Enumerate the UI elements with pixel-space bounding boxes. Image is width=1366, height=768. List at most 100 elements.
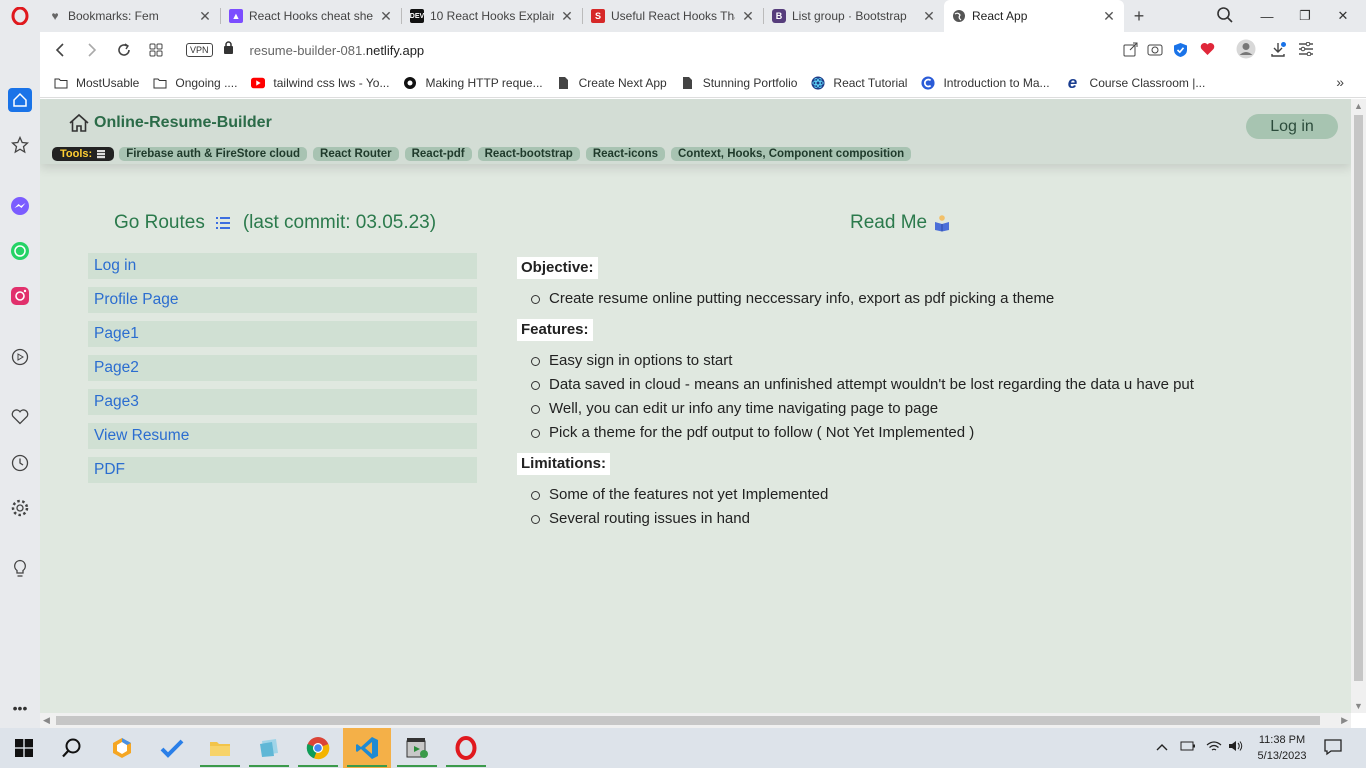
heart-icon: ♥ xyxy=(51,9,59,23)
bookmark-folder-mostusable[interactable]: MostUsable xyxy=(54,76,139,90)
book-reader-icon xyxy=(935,215,950,232)
vscode-icon[interactable] xyxy=(343,728,391,768)
bookmark-introduction[interactable]: Introduction to Ma... xyxy=(921,76,1050,90)
tab-useful-react-hooks[interactable]: S Useful React Hooks That ✕ xyxy=(583,0,763,32)
vertical-scroll-thumb[interactable] xyxy=(1354,115,1363,681)
horizontal-scrollbar[interactable]: ◀ ▶ xyxy=(40,713,1351,728)
scroll-down-arrow-icon[interactable]: ▼ xyxy=(1354,701,1363,711)
close-icon[interactable]: ✕ xyxy=(198,8,212,25)
tool-chip-context-hooks: Context, Hooks, Component composition xyxy=(671,147,912,161)
tools-bar: Tools: Firebase auth & FireStore cloud R… xyxy=(52,147,917,161)
close-icon[interactable]: ✕ xyxy=(379,8,393,25)
horizontal-scroll-thumb[interactable] xyxy=(56,716,1320,725)
bookmark-stunning-portfolio[interactable]: Stunning Portfolio xyxy=(681,76,797,90)
search-icon[interactable] xyxy=(48,728,96,768)
close-icon[interactable]: ✕ xyxy=(741,8,755,25)
forward-button[interactable] xyxy=(76,34,108,66)
favorites-heart-icon[interactable] xyxy=(8,405,32,429)
bookmark-folder-ongoing[interactable]: Ongoing .... xyxy=(153,76,237,90)
system-clock[interactable]: 11:38 PM 5/13/2023 xyxy=(1252,732,1312,764)
hexagon-app-icon[interactable] xyxy=(98,728,146,768)
star-icon[interactable] xyxy=(8,133,32,157)
limitations-list: Some of the features not yet Implemented… xyxy=(531,483,1337,531)
bookmarks-overflow-button[interactable]: » xyxy=(1336,74,1344,90)
battery-icon[interactable] xyxy=(1180,740,1196,755)
page-icon xyxy=(681,76,695,90)
heart-icon[interactable] xyxy=(1200,42,1215,61)
close-window-button[interactable]: ✕ xyxy=(1324,0,1362,32)
brand-link[interactable]: Online-Resume-Builder xyxy=(68,113,272,133)
speed-dial-button[interactable] xyxy=(140,34,172,66)
avatar[interactable] xyxy=(1236,39,1256,64)
more-options-icon[interactable]: ••• xyxy=(8,696,32,720)
bookmark-create-next-app[interactable]: Create Next App xyxy=(557,76,667,90)
scroll-up-arrow-icon[interactable]: ▲ xyxy=(1354,101,1363,111)
wifi-icon[interactable] xyxy=(1206,740,1222,755)
settings-gear-icon[interactable] xyxy=(8,496,32,520)
home-icon[interactable] xyxy=(8,88,32,112)
close-icon[interactable]: ✕ xyxy=(560,8,574,25)
route-link-login[interactable]: Log in xyxy=(88,253,477,279)
notifications-icon[interactable] xyxy=(1324,738,1342,759)
tab-search-icon[interactable] xyxy=(1216,6,1234,29)
bookmark-http-requests[interactable]: Making HTTP reque... xyxy=(403,76,543,90)
notes-app-icon[interactable] xyxy=(245,728,293,768)
player-icon[interactable] xyxy=(8,345,32,369)
windows-start-icon[interactable] xyxy=(0,728,48,768)
show-hidden-icons-chevron-icon[interactable] xyxy=(1156,740,1168,754)
route-link-page3[interactable]: Page3 xyxy=(88,389,477,415)
tab-title: React App xyxy=(972,9,1028,23)
tab-list-group-bootstrap[interactable]: B List group · Bootstrap ✕ xyxy=(764,0,944,32)
route-link-page2[interactable]: Page2 xyxy=(88,355,477,381)
camera-icon[interactable] xyxy=(1147,42,1163,62)
minimize-button[interactable]: — xyxy=(1248,0,1286,32)
bookmark-tailwind[interactable]: tailwind css lws - Yo... xyxy=(251,76,389,90)
shield-icon[interactable] xyxy=(1173,42,1188,63)
back-button[interactable] xyxy=(44,34,76,66)
url-subdomain: resume-builder-081. xyxy=(249,42,366,58)
bookmark-label: Course Classroom |... xyxy=(1089,75,1206,90)
tab-react-hooks-cheat-sheet[interactable]: ▲ React Hooks cheat sheet ✕ xyxy=(221,0,401,32)
route-link-profile-page[interactable]: Profile Page xyxy=(88,287,477,313)
file-explorer-icon[interactable] xyxy=(196,728,244,768)
opera-menu-button[interactable] xyxy=(0,0,40,32)
easy-setup-menu-icon[interactable] xyxy=(1298,41,1314,61)
whatsapp-icon[interactable] xyxy=(8,239,32,263)
tool-chip-react-router: React Router xyxy=(313,147,399,161)
tab-10-react-hooks[interactable]: DEV 10 React Hooks Explained ✕ xyxy=(402,0,582,32)
volume-icon[interactable] xyxy=(1228,740,1244,755)
opera-taskbar-icon[interactable] xyxy=(442,728,490,768)
bookmark-course-classroom[interactable]: e Course Classroom |... xyxy=(1064,73,1206,92)
chrome-icon[interactable] xyxy=(294,728,342,768)
chevron-right-icon xyxy=(88,43,97,57)
login-button[interactable]: Log in xyxy=(1246,114,1338,139)
instagram-icon[interactable] xyxy=(8,284,32,308)
close-icon[interactable]: ✕ xyxy=(1102,8,1116,25)
route-link-view-resume[interactable]: View Resume xyxy=(88,423,477,449)
share-icon[interactable] xyxy=(1123,42,1138,62)
new-tab-button[interactable]: + xyxy=(1124,6,1154,27)
route-link-page1[interactable]: Page1 xyxy=(88,321,477,347)
lock-icon[interactable] xyxy=(223,41,234,59)
bookmark-react-tutorial[interactable]: React Tutorial xyxy=(811,76,907,90)
video-editor-icon[interactable] xyxy=(393,728,441,768)
reload-button[interactable] xyxy=(108,34,140,66)
tab-react-app[interactable]: React App ✕ xyxy=(944,0,1124,32)
tab-bookmarks[interactable]: ♥ Bookmarks: Fem ✕ xyxy=(40,0,220,32)
scroll-right-arrow-icon[interactable]: ▶ xyxy=(1341,715,1348,726)
messenger-icon[interactable] xyxy=(8,194,32,218)
tool-chip-react-pdf: React-pdf xyxy=(404,147,472,161)
vertical-scrollbar[interactable]: ▲ ▼ xyxy=(1351,99,1366,713)
dev-icon: DEV xyxy=(410,9,424,23)
list-item: Several routing issues in hand xyxy=(531,507,1337,531)
url-field[interactable]: resume-builder-081.netlify.app xyxy=(250,43,425,58)
todo-check-icon[interactable] xyxy=(148,728,196,768)
restore-button[interactable]: ❐ xyxy=(1286,0,1324,32)
history-icon[interactable] xyxy=(8,451,32,475)
vpn-badge[interactable]: VPN xyxy=(186,43,213,57)
lightbulb-icon[interactable] xyxy=(8,557,32,581)
route-link-pdf[interactable]: PDF xyxy=(88,457,477,483)
scroll-left-arrow-icon[interactable]: ◀ xyxy=(43,715,50,726)
download-icon[interactable] xyxy=(1270,42,1286,63)
close-icon[interactable]: ✕ xyxy=(922,8,936,25)
